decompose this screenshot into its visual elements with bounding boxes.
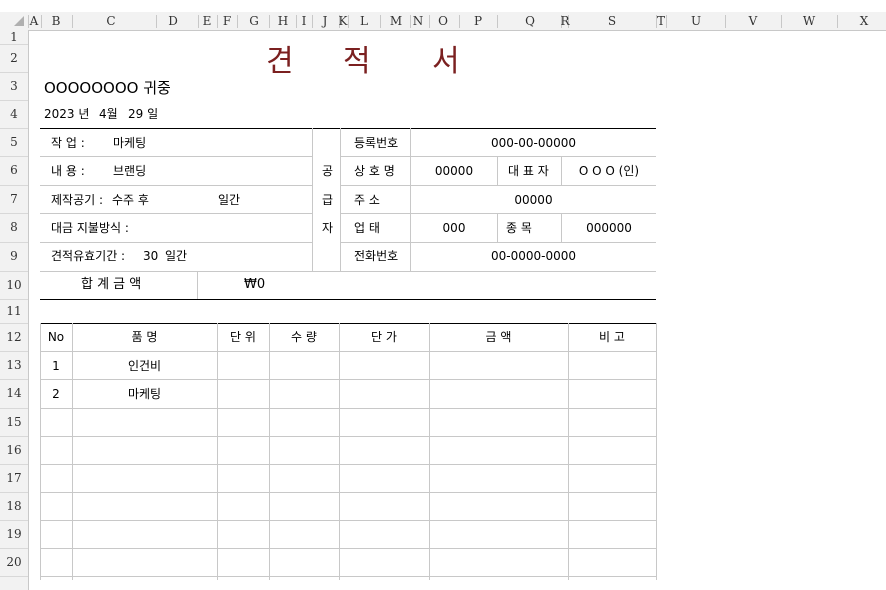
date-day: 29 일 [128,107,159,121]
worksheet[interactable]: 견 적 서 OOOOOOOO 귀중 2023 년 4월 29 일 작 업 : 마… [0,0,886,590]
supplier-char-3: 자 [322,221,334,235]
address-value[interactable]: 00000 [411,193,656,207]
validity-value[interactable]: 30 [143,249,158,263]
table-gridline [339,323,340,580]
gridline [340,242,656,243]
reg-value[interactable]: 000-00-00000 [411,136,656,150]
row-1-item[interactable]: 인건비 [72,359,217,373]
gridline [497,156,498,185]
table-top-border [40,323,656,324]
table-gridline [40,379,656,380]
gridline [40,213,312,214]
gridline [197,271,198,299]
table-gridline [40,408,656,409]
header-note: 비 고 [599,330,625,344]
date-month: 4월 [99,107,118,121]
gridline [312,128,313,271]
row-2-item[interactable]: 마케팅 [72,387,217,401]
biz-type-value[interactable]: 000 [411,221,497,235]
row-2-no[interactable]: 2 [40,387,72,401]
table-gridline [40,351,656,352]
reg-label: 등록번호 [354,136,399,150]
address-label: 주 소 [354,193,380,207]
title-char-3: 서 [432,44,460,79]
validity-label: 견적유효기간 : [51,249,126,263]
recipient: OOOOOOOO 귀중 [44,79,171,97]
content-label: 내 용 : [51,164,85,178]
header-no: No [47,330,65,344]
total-bottom-border [40,299,656,300]
biz-item-value[interactable]: 000000 [562,221,656,235]
gridline [340,185,656,186]
table-gridline [656,323,657,580]
header-price: 단 가 [371,330,397,344]
period-unit: 일간 [218,193,241,207]
payment-label: 대금 지불방식 : [51,221,129,235]
gridline [340,156,656,157]
title-char-2: 적 [343,44,371,79]
gridline [40,242,312,243]
phone-value[interactable]: 00-0000-0000 [411,249,656,263]
job-value[interactable]: 마케팅 [113,136,146,150]
company-value[interactable]: 00000 [411,164,497,178]
rep-value[interactable]: O O O (인) [562,164,656,178]
gridline [340,128,341,271]
header-qty: 수 량 [291,330,317,344]
table-gridline [40,464,656,465]
total-value[interactable]: ₩0 [244,278,265,292]
rep-label: 대 표 자 [508,164,549,178]
biz-type-label: 업 태 [354,221,380,235]
supplier-char-1: 공 [322,164,334,178]
total-label: 합 계 금 액 [81,277,142,292]
table-gridline [269,323,270,580]
gridline [40,156,312,157]
header-unit: 단 위 [230,330,256,344]
gridline [40,185,312,186]
date-year: 2023 년 [44,107,90,121]
info-top-border [40,128,656,129]
period-value[interactable]: 수주 후 [112,193,149,207]
content-value[interactable]: 브랜딩 [113,164,146,178]
gridline [340,213,656,214]
table-gridline [40,576,656,577]
table-gridline [40,520,656,521]
table-gridline [40,436,656,437]
table-gridline [568,323,569,580]
header-amount: 금 액 [485,330,512,344]
job-label: 작 업 : [51,136,85,150]
table-gridline [40,492,656,493]
header-item: 품 명 [131,330,158,344]
supplier-char-2: 급 [322,193,334,207]
gridline [40,271,656,272]
validity-unit: 일간 [165,249,188,263]
biz-item-label: 종 목 [506,221,532,235]
company-label: 상 호 명 [354,164,395,178]
title-char-1: 견 [266,44,294,79]
table-gridline [217,323,218,580]
row-1-no[interactable]: 1 [40,359,72,373]
period-label: 제작공기 : [51,193,104,207]
table-gridline [429,323,430,580]
gridline [497,213,498,242]
phone-label: 전화번호 [354,249,399,263]
table-gridline [40,548,656,549]
